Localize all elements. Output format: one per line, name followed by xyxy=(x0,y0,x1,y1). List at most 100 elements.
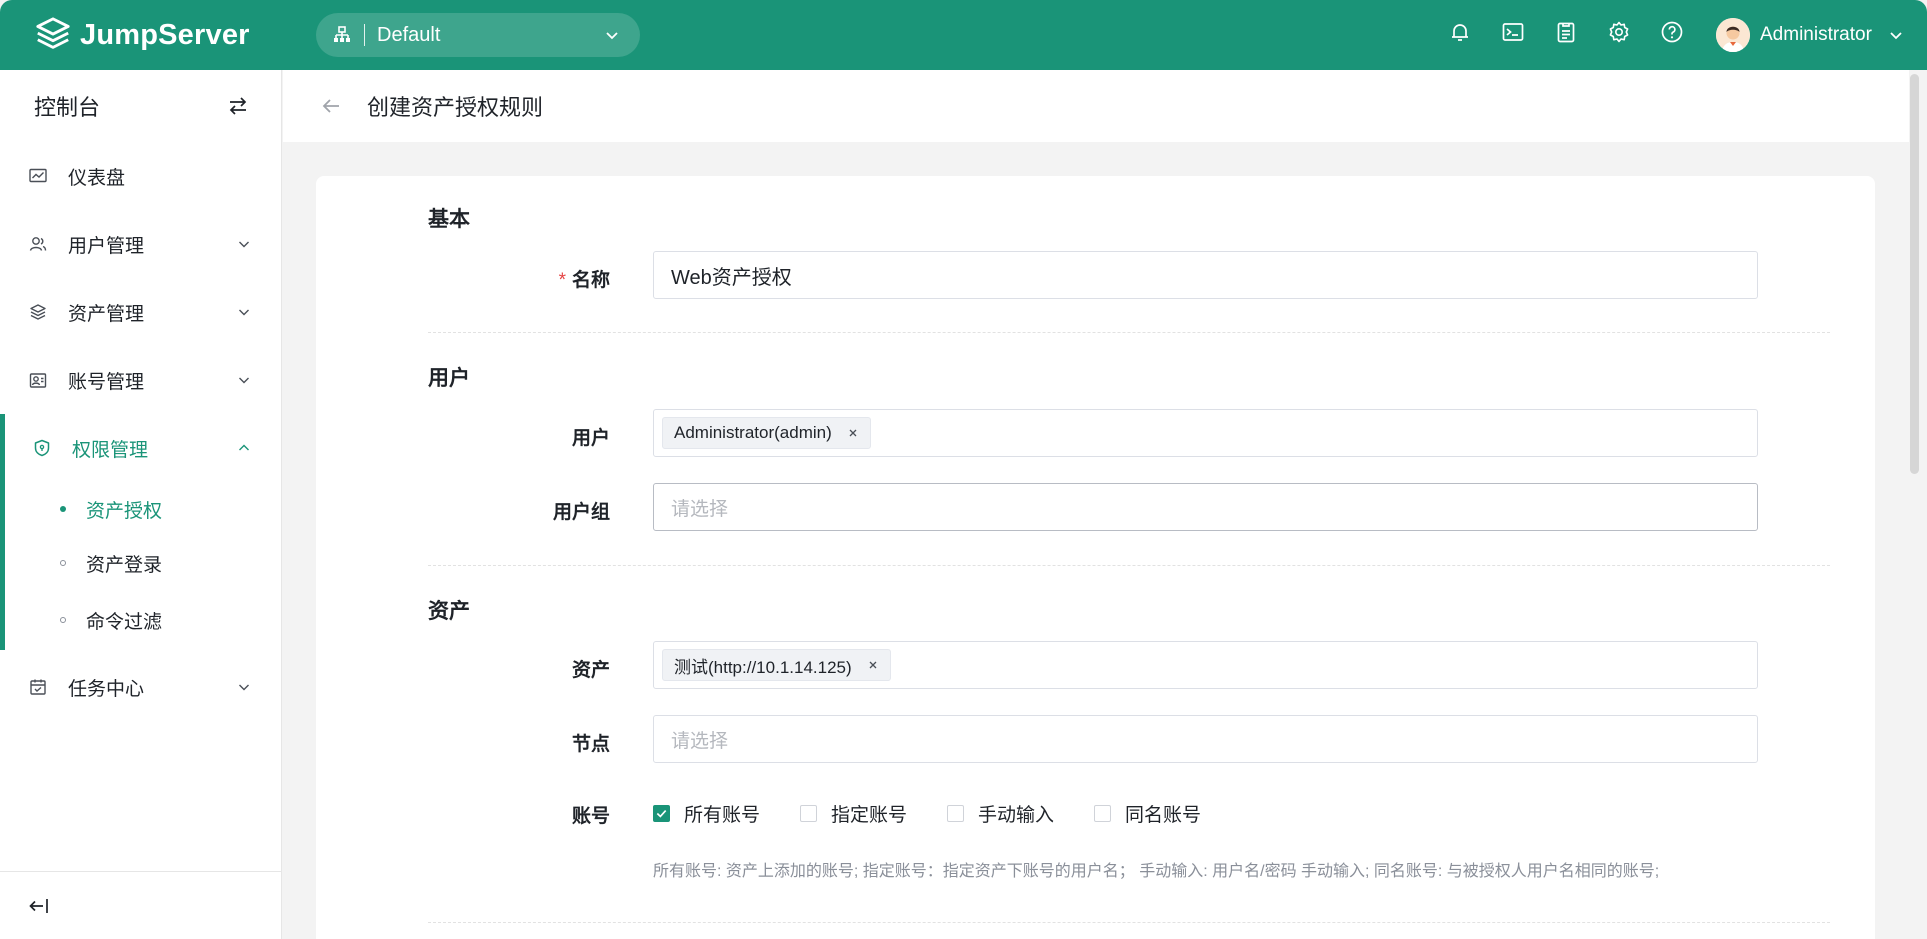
sidebar-item-permissions[interactable]: 权限管理 xyxy=(5,414,281,482)
sidebar-item-users[interactable]: 用户管理 xyxy=(0,210,281,278)
name-input[interactable]: Web资产授权 xyxy=(653,251,1758,299)
sidebar-item-dashboard[interactable]: 仪表盘 xyxy=(0,142,281,210)
selected-asset-tag: 测试(http://10.1.14.125) xyxy=(662,649,891,681)
accounts-label: 账号 xyxy=(571,806,610,827)
active-dot-icon xyxy=(60,506,66,512)
shield-icon xyxy=(34,439,50,457)
sidebar-item-label: 资产管理 xyxy=(68,303,145,325)
divider xyxy=(428,922,1830,923)
checkbox-checked[interactable] xyxy=(653,805,670,822)
sidebar-title: 控制台 xyxy=(34,95,101,120)
nodes-label: 节点 xyxy=(571,734,610,755)
gear-icon[interactable] xyxy=(1607,20,1631,44)
brand-name: JumpServer xyxy=(80,18,250,51)
nodes-placeholder: 请选择 xyxy=(671,730,729,752)
required-mark: * xyxy=(558,270,566,291)
layers-icon xyxy=(30,304,46,320)
sidebar-subitem-command-filter[interactable]: 命令过滤 xyxy=(5,590,281,650)
sidebar-subitem-label: 命令过滤 xyxy=(86,611,163,633)
swap-view-icon[interactable] xyxy=(227,95,249,117)
jumpserver-logo-icon xyxy=(36,17,70,49)
close-icon[interactable] xyxy=(866,658,880,672)
terminal-icon[interactable] xyxy=(1501,20,1525,44)
logo[interactable]: JumpServer xyxy=(34,16,250,54)
checkbox-label: 所有账号 xyxy=(684,805,761,826)
arrow-left-icon[interactable] xyxy=(319,94,343,118)
chevron-down-icon xyxy=(1890,32,1902,40)
sidebar-item-label: 任务中心 xyxy=(68,678,145,700)
sidebar-item-accounts[interactable]: 账号管理 xyxy=(0,346,281,414)
user-groups-select[interactable]: 请选择 xyxy=(653,483,1758,531)
sidebar-item-assets[interactable]: 资产管理 xyxy=(0,278,281,346)
dashboard-icon xyxy=(29,168,47,183)
chevron-down-icon xyxy=(239,309,249,316)
calendar-icon xyxy=(30,679,46,695)
check-icon xyxy=(656,809,667,818)
assets-label: 资产 xyxy=(571,660,610,681)
users-label: 用户 xyxy=(571,428,610,449)
nodes-select[interactable]: 请选择 xyxy=(653,715,1758,763)
sidebar-subitem-asset-permission[interactable]: 资产授权 xyxy=(5,482,281,536)
checkbox-same-name-account[interactable]: 同名账号 xyxy=(1094,800,1201,827)
sidebar-header: 控制台 xyxy=(0,70,281,142)
sidebar: 控制台 仪表盘 用户管理 资产管理 账号管理 权限管理 资产授权 资产登录 命令… xyxy=(0,70,282,939)
accounts-help-text: 所有账号: 资产上添加的账号; 指定账号：指定资产下账号的用户名； 手动输入: … xyxy=(653,863,1660,880)
sidebar-subitem-label: 资产授权 xyxy=(86,500,163,522)
chevron-down-icon xyxy=(239,241,249,248)
users-select[interactable]: Administrator(admin) xyxy=(653,409,1758,457)
sidebar-subitem-asset-login[interactable]: 资产登录 xyxy=(5,536,281,590)
scrollbar[interactable] xyxy=(1910,74,1919,474)
checkbox-label: 同名账号 xyxy=(1125,805,1202,826)
account-icon xyxy=(29,373,47,388)
avatar xyxy=(1716,18,1750,52)
tag-label: Administrator(admin) xyxy=(674,423,832,442)
name-label-text: 名称 xyxy=(571,270,610,291)
section-user-title: 用户 xyxy=(428,367,470,390)
top-actions xyxy=(1448,20,1684,44)
checkbox-unchecked[interactable] xyxy=(947,805,965,822)
user-groups-label: 用户组 xyxy=(552,502,610,523)
divider xyxy=(428,332,1830,333)
checkbox-all-accounts[interactable]: 所有账号 xyxy=(653,800,760,827)
org-name: Default xyxy=(377,23,441,46)
chevron-up-icon xyxy=(239,444,249,451)
selected-user-tag: Administrator(admin) xyxy=(662,417,871,449)
sidebar-subitem-label: 资产登录 xyxy=(86,554,163,576)
checkbox-specified-accounts[interactable]: 指定账号 xyxy=(800,800,907,827)
name-input-value: Web资产授权 xyxy=(671,266,792,289)
organization-select[interactable]: Default xyxy=(316,13,640,57)
checkbox-unchecked[interactable] xyxy=(1094,805,1112,822)
section-asset-title: 资产 xyxy=(428,600,470,623)
sidebar-item-tasks[interactable]: 任务中心 xyxy=(0,650,281,724)
form-card: 基本 * 名称 Web资产授权 用户 用户 Administrator(admin… xyxy=(316,176,1875,939)
clipboard-icon[interactable] xyxy=(1554,20,1578,44)
close-icon[interactable] xyxy=(846,426,860,440)
sidebar-item-label: 权限管理 xyxy=(72,439,149,461)
name-label: * 名称 xyxy=(430,265,610,292)
sidebar-footer xyxy=(0,871,281,939)
org-tree-icon xyxy=(334,26,350,42)
org-separator xyxy=(364,24,365,46)
top-bar: JumpServer Default Administrator xyxy=(0,0,1927,70)
user-menu[interactable]: Administrator xyxy=(1716,18,1904,52)
collapse-sidebar-icon[interactable] xyxy=(28,895,50,917)
dot-icon xyxy=(60,617,66,623)
tag-label: 测试(http://10.1.14.125) xyxy=(674,657,852,677)
checkbox-unchecked[interactable] xyxy=(800,805,818,822)
checkbox-manual-input[interactable]: 手动输入 xyxy=(947,800,1054,827)
chevron-down-icon xyxy=(239,377,249,384)
chevron-down-icon xyxy=(606,32,618,40)
sidebar-item-label: 仪表盘 xyxy=(68,167,126,189)
assets-select[interactable]: 测试(http://10.1.14.125) xyxy=(653,641,1758,689)
help-icon[interactable] xyxy=(1660,20,1684,44)
users-icon xyxy=(29,237,47,251)
sidebar-item-label: 账号管理 xyxy=(68,371,145,393)
checkbox-label: 指定账号 xyxy=(831,805,908,826)
bell-icon[interactable] xyxy=(1448,20,1472,44)
section-basic-title: 基本 xyxy=(428,208,470,231)
page-title: 创建资产授权规则 xyxy=(367,95,544,120)
user-name: Administrator xyxy=(1760,24,1872,45)
dot-icon xyxy=(60,560,66,566)
divider xyxy=(428,565,1830,566)
user-avatar-icon xyxy=(1716,18,1750,52)
